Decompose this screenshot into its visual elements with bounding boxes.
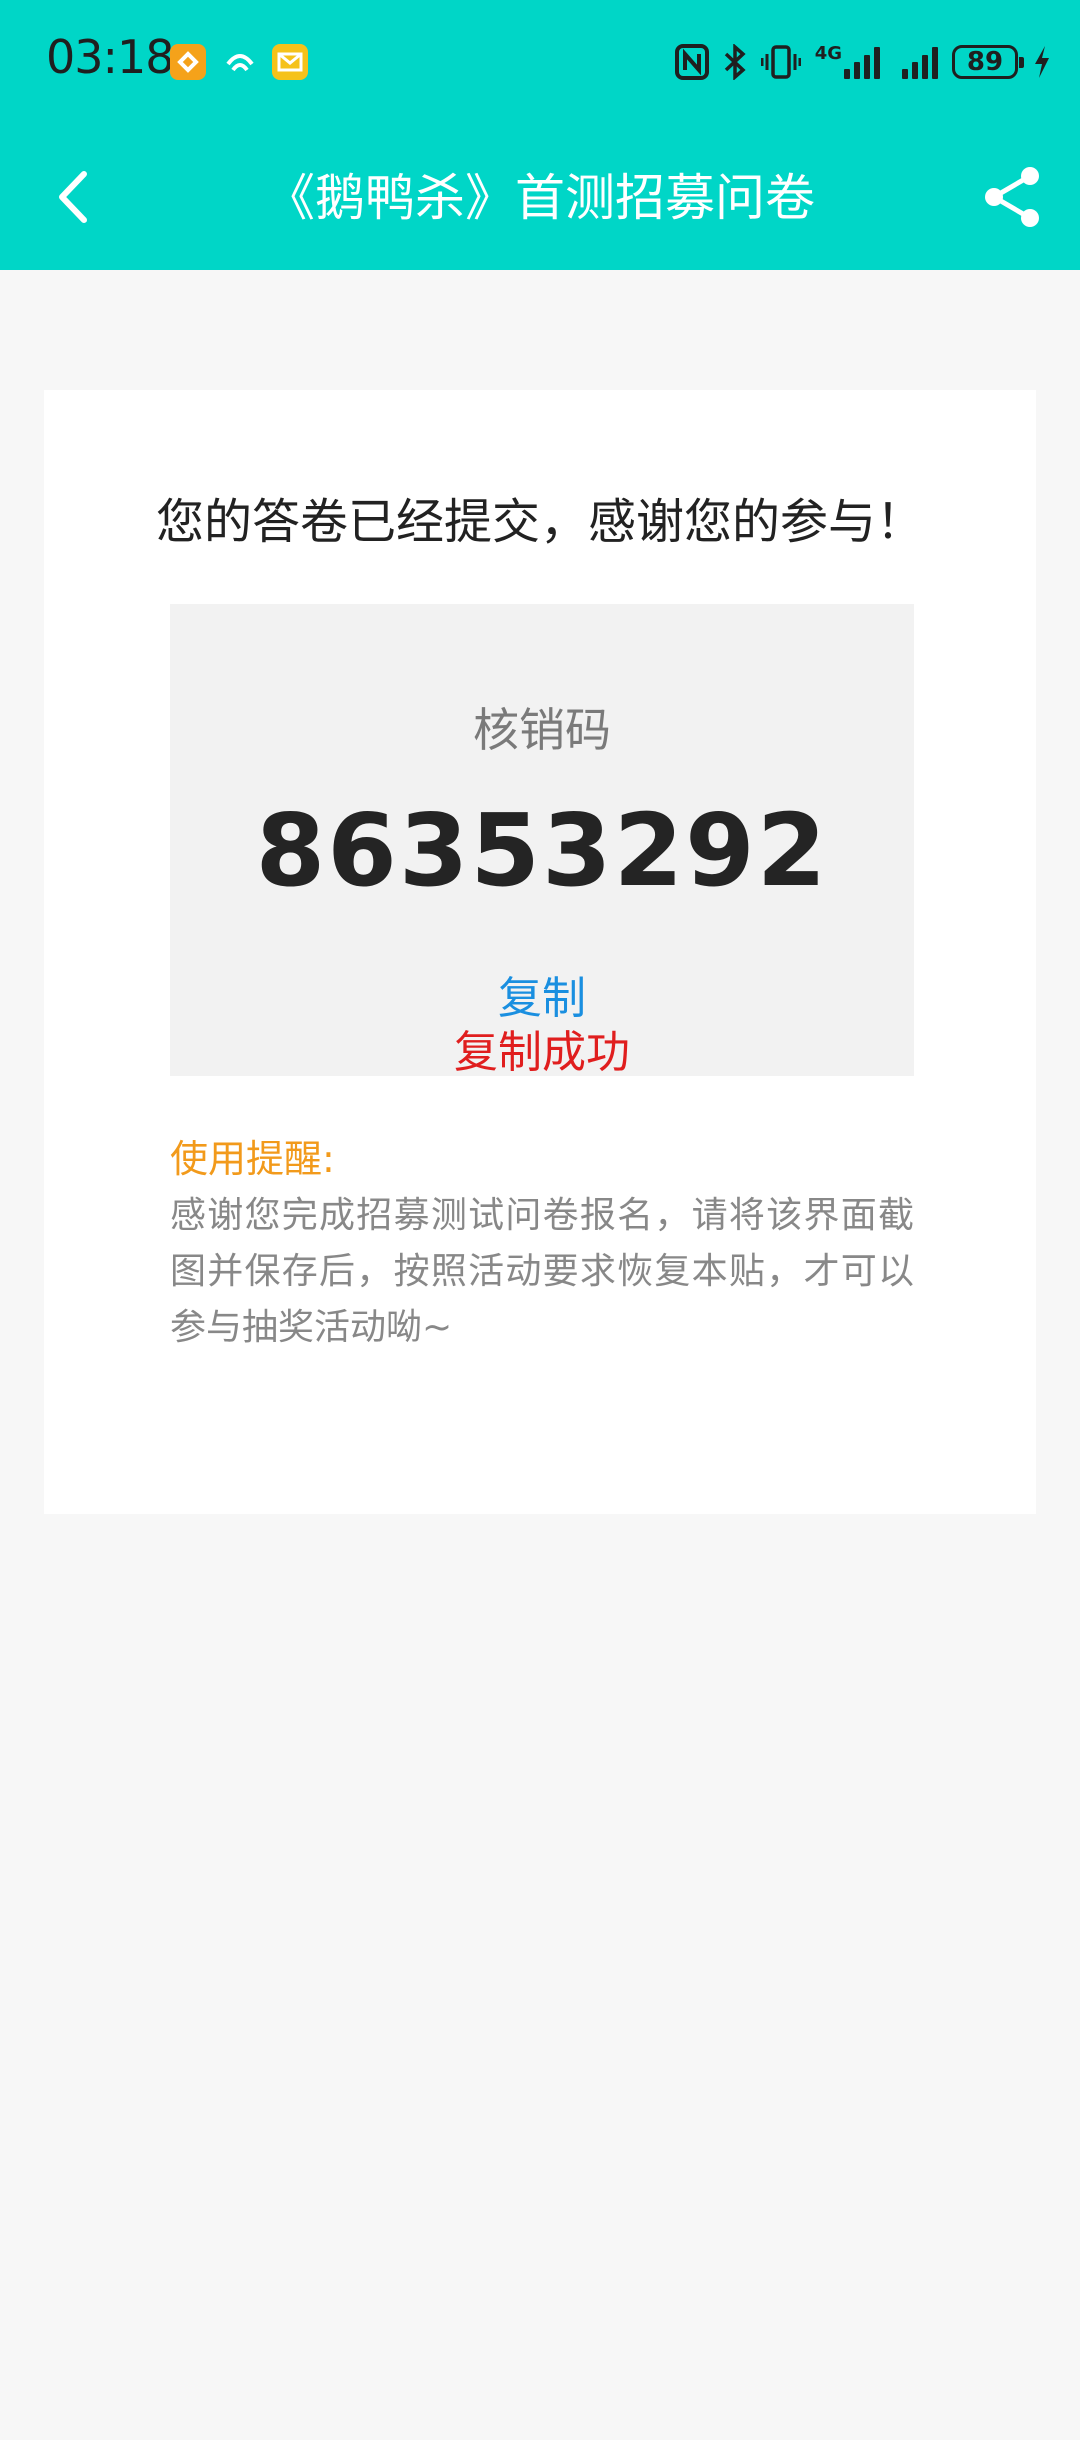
teal-app-icon [222, 44, 258, 80]
back-button[interactable] [40, 162, 110, 232]
code-label: 核销码 [473, 703, 611, 757]
chevron-left-icon [59, 171, 87, 223]
app-header: 《鹅鸭杀》首测招募问卷 [0, 124, 1080, 270]
status-indicators: 4G 89 [674, 36, 1052, 88]
nfc-icon [674, 44, 709, 80]
status-time: 03:18 [46, 30, 175, 84]
code-box: 核销码 86353292 复制 复制成功 [170, 604, 914, 1078]
battery-level: 89 [966, 47, 1004, 77]
battery-icon: 89 [952, 45, 1024, 79]
share-icon [985, 167, 1039, 227]
signal-icon [902, 45, 938, 79]
bluetooth-icon [724, 44, 746, 80]
orange-app-icon [170, 44, 206, 80]
reminder-title: 使用提醒: [170, 1137, 335, 1181]
submit-message: 您的答卷已经提交，感谢您的参与！ [155, 494, 924, 550]
page-title: 《鹅鸭杀》首测招募问卷 [265, 169, 815, 227]
status-bar: 03:18 4G 89 [0, 0, 1080, 124]
copy-success-message: 复制成功 [454, 1027, 630, 1078]
vibrate-icon [760, 45, 801, 79]
reminder-text: 感谢您完成招募测试问卷报名，请将该界面截图并保存后，按照活动要求恢复本贴，才可以… [170, 1195, 914, 1348]
yellow-mail-icon [272, 44, 308, 80]
charging-icon [1035, 46, 1049, 78]
share-button[interactable] [978, 162, 1048, 232]
result-card: 您的答卷已经提交，感谢您的参与！ 核销码 86353292 复制 复制成功 使用… [44, 390, 1036, 1514]
network-type: 4G [814, 43, 842, 64]
signal-icon [844, 45, 880, 79]
code-value: 86353292 [255, 792, 829, 909]
